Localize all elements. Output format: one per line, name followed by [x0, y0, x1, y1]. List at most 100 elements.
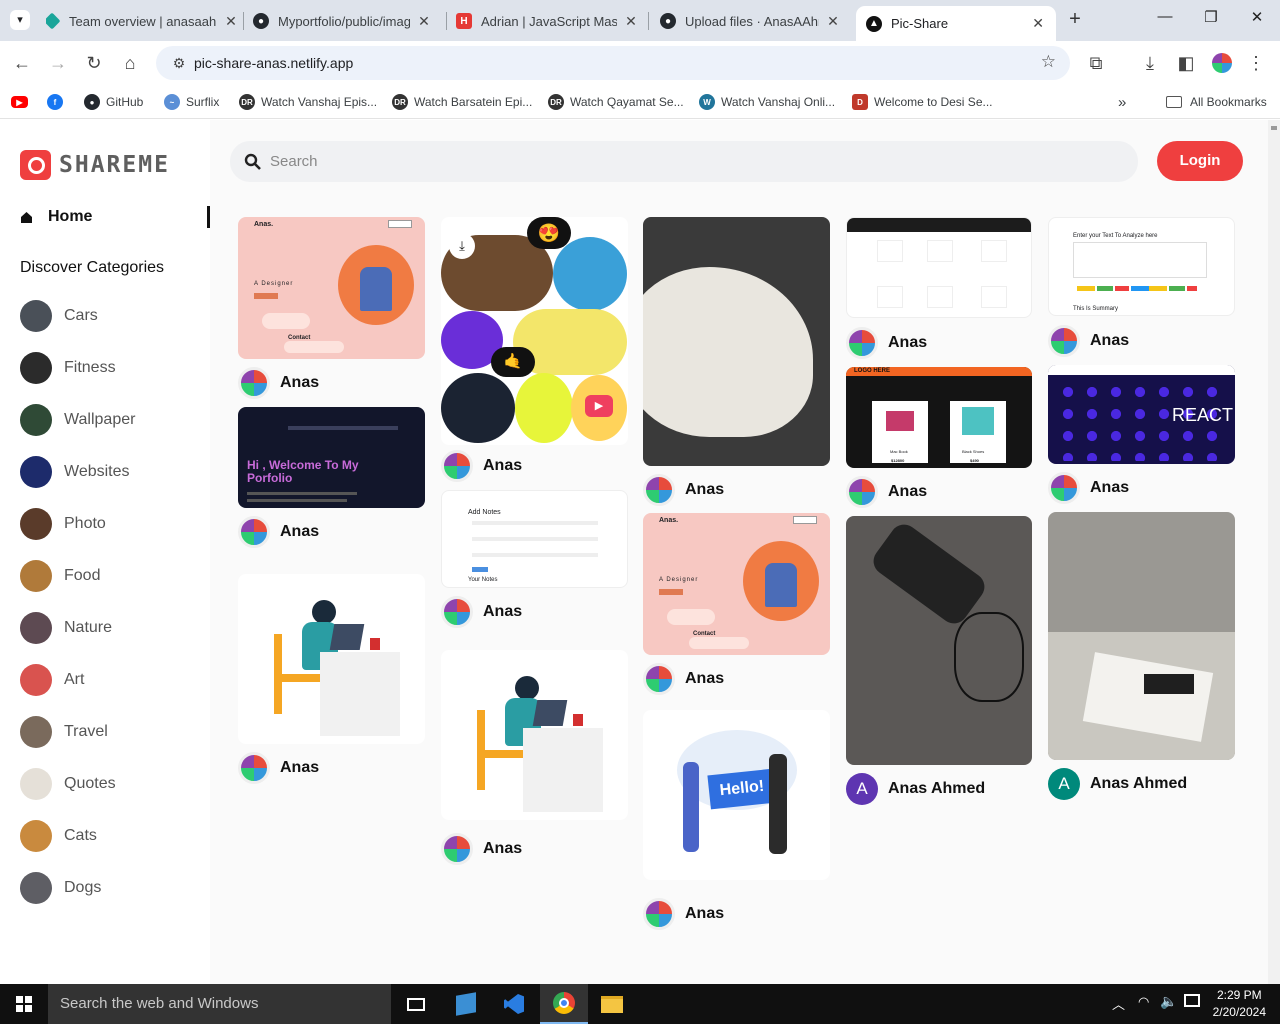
menu-kebab-icon[interactable]: ⋮ — [1242, 49, 1270, 77]
sidebar-item-wallpaper[interactable]: Wallpaper — [20, 404, 200, 436]
bookmark-github[interactable]: ● GitHub — [84, 92, 143, 112]
pin-image-notes-app[interactable]: Add Notes Your Notes — [441, 490, 628, 588]
extensions-icon[interactable]: ⧉ — [1082, 49, 1110, 77]
tab-pic-share[interactable]: ▲ Pic-Share ✕ — [856, 6, 1056, 41]
bookmark-barsatein[interactable]: DR Watch Barsatein Epi... — [392, 92, 532, 112]
sidebar-item-cars[interactable]: Cars — [20, 300, 200, 332]
windows-start-icon[interactable] — [0, 984, 48, 1024]
sidebar-item-food[interactable]: Food — [20, 560, 200, 592]
tab-close-icon[interactable]: ✕ — [223, 13, 239, 30]
tab-search-button[interactable]: ▾ — [10, 10, 30, 30]
pin-image-white-fabric[interactable] — [643, 217, 830, 466]
url-text[interactable]: pic-share-anas.netlify.app — [194, 55, 353, 71]
sidebar-item-nature[interactable]: Nature — [20, 612, 200, 644]
pin-image-collage[interactable]: 😍 🤙 ▶ ⤓ — [441, 217, 628, 445]
address-bar[interactable]: ⚙ pic-share-anas.netlify.app ☆ — [156, 46, 1070, 80]
login-button[interactable]: Login — [1157, 141, 1243, 181]
bookmark-facebook[interactable]: f — [47, 92, 69, 112]
sidebar-item-photo[interactable]: Photo — [20, 508, 200, 540]
download-icon[interactable]: ⤓ — [1136, 49, 1164, 77]
chrome-icon[interactable] — [540, 984, 588, 1024]
reload-icon[interactable]: ↻ — [80, 49, 108, 77]
pin-owner[interactable]: Anas — [238, 367, 319, 399]
task-view-icon[interactable] — [392, 984, 440, 1024]
home-icon[interactable]: ⌂ — [116, 49, 144, 77]
sidebar-item-dogs[interactable]: Dogs — [20, 872, 200, 904]
pin-image-shop[interactable]: LOGO HERE Mac Book $12800 Black Shoes $4… — [846, 367, 1032, 468]
pin-owner[interactable]: A Anas Ahmed — [846, 773, 985, 805]
pin-image-developer-illustration[interactable] — [238, 574, 425, 744]
sidebar-item-websites[interactable]: Websites — [20, 456, 200, 488]
sidebar-item-travel[interactable]: Travel — [20, 716, 200, 748]
minimize-icon[interactable]: — — [1150, 8, 1180, 32]
pin-image-react-projects[interactable]: REACT — [1048, 365, 1235, 464]
notifications-icon[interactable] — [1184, 994, 1200, 1007]
pin-image-developer-illustration[interactable] — [441, 650, 628, 820]
bookmark-surflix[interactable]: ~ Surflix — [164, 92, 219, 112]
pin-image-welcome-portfolio[interactable]: Hi , Welcome To My Porfolio — [238, 407, 425, 508]
pin-owner[interactable]: Anas — [643, 898, 724, 930]
pin-image-portfolio-designer[interactable]: Anas. A Designer Contact — [238, 217, 425, 359]
tray-chevron-icon[interactable]: ︿ — [1112, 994, 1125, 1013]
pin-image-crypto-dashboard[interactable] — [846, 217, 1032, 318]
bookmark-vanshaj-onli[interactable]: W Watch Vanshaj Onli... — [699, 92, 835, 112]
bookmark-desi[interactable]: D Welcome to Desi Se... — [852, 92, 993, 112]
logo[interactable]: SHAREME — [20, 150, 170, 180]
pin-image-desk-notebook[interactable] — [1048, 512, 1235, 760]
bookmark-star-icon[interactable]: ☆ — [1041, 52, 1056, 72]
taskbar-search[interactable]: Search the web and Windows — [48, 984, 391, 1024]
pin-owner[interactable]: A Anas Ahmed — [1048, 768, 1187, 800]
restore-icon[interactable]: ❐ — [1196, 8, 1226, 32]
tab-close-icon[interactable]: ✕ — [416, 13, 432, 30]
scroll-up-icon[interactable] — [1271, 126, 1277, 130]
file-server-icon[interactable] — [442, 984, 490, 1024]
window-close-icon[interactable]: ✕ — [1242, 8, 1272, 32]
pin-owner[interactable]: Anas — [643, 474, 724, 506]
tab-close-icon[interactable]: ✕ — [623, 13, 639, 30]
all-bookmarks[interactable]: All Bookmarks — [1166, 92, 1267, 112]
pin-image-powerbank[interactable] — [846, 516, 1032, 765]
tab-team-overview[interactable]: Team overview | anasaahm ✕ — [46, 8, 239, 34]
taskbar-clock[interactable]: 2:29 PM 2/20/2024 — [1213, 987, 1266, 1021]
side-panel-icon[interactable]: ◧ — [1172, 49, 1200, 77]
pin-image-portfolio-designer[interactable]: Anas. A Designer Contact — [643, 513, 830, 655]
profile-avatar[interactable] — [1212, 53, 1232, 73]
file-explorer-icon[interactable] — [588, 984, 636, 1024]
tab-close-icon[interactable]: ✕ — [825, 13, 841, 30]
pin-owner[interactable]: Anas — [1048, 325, 1129, 357]
pin-owner[interactable]: Anas — [238, 752, 319, 784]
pin-owner[interactable]: Anas — [441, 596, 522, 628]
page-scrollbar[interactable] — [1268, 120, 1280, 984]
new-tab-button[interactable]: + — [1064, 8, 1086, 31]
sidebar-item-art[interactable]: Art — [20, 664, 200, 696]
sidebar-item-home[interactable]: Home — [20, 206, 210, 228]
pin-image-hello-illustration[interactable]: Hello! — [643, 710, 830, 880]
forward-icon[interactable]: → — [44, 49, 72, 77]
bookmark-vanshaj-epis[interactable]: DR Watch Vanshaj Epis... — [239, 92, 377, 112]
tab-adrian[interactable]: H Adrian | JavaScript Maste ✕ — [456, 8, 639, 34]
tab-myportfolio[interactable]: ● Myportfolio/public/image ✕ — [253, 8, 432, 34]
more-bookmarks-icon[interactable]: » — [1118, 92, 1126, 112]
search-input[interactable] — [270, 153, 1070, 170]
sidebar-item-cats[interactable]: Cats — [20, 820, 200, 852]
site-info-icon[interactable]: ⚙ — [164, 55, 194, 72]
sidebar-item-quotes[interactable]: Quotes — [20, 768, 200, 800]
pin-owner[interactable]: Anas — [846, 327, 927, 359]
pin-owner[interactable]: Anas — [846, 476, 927, 508]
volume-icon[interactable]: 🔈 — [1160, 993, 1177, 1010]
wifi-icon[interactable]: ◠ — [1138, 994, 1149, 1010]
bookmark-youtube[interactable]: ▶ — [11, 92, 34, 112]
search-bar[interactable] — [230, 141, 1138, 182]
download-pin-icon[interactable]: ⤓ — [449, 233, 475, 259]
pin-owner[interactable]: Anas — [441, 450, 522, 482]
tab-close-icon[interactable]: ✕ — [1030, 15, 1046, 32]
pin-owner[interactable]: Anas — [643, 663, 724, 695]
tab-upload-files[interactable]: ● Upload files · AnasAAhme ✕ — [660, 8, 841, 34]
back-icon[interactable]: ← — [8, 49, 36, 77]
bookmark-qayamat[interactable]: DR Watch Qayamat Se... — [548, 92, 684, 112]
sidebar-item-fitness[interactable]: Fitness — [20, 352, 200, 384]
vscode-icon[interactable] — [490, 984, 538, 1024]
pin-owner[interactable]: Anas — [441, 833, 522, 865]
pin-owner[interactable]: Anas — [1048, 472, 1129, 504]
pin-owner[interactable]: Anas — [238, 516, 319, 548]
